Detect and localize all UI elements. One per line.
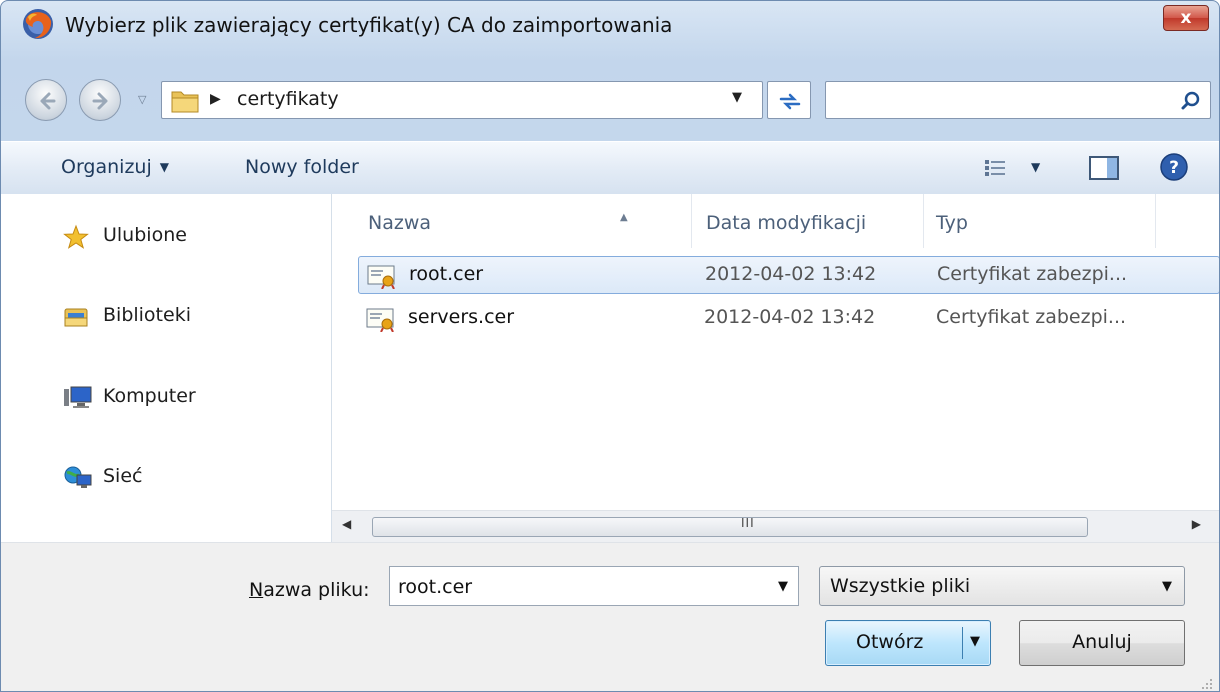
column-header-name[interactable]: Nazwa ▲ (358, 194, 692, 248)
computer-icon (64, 386, 92, 408)
chevron-down-icon: ▼ (159, 160, 169, 174)
new-folder-button[interactable]: Nowy folder (245, 156, 359, 178)
chevron-down-icon: ▼ (1162, 579, 1172, 594)
horizontal-scrollbar[interactable]: ◀ III ▶ (332, 510, 1219, 543)
chevron-down-icon[interactable]: ▼ (732, 90, 742, 105)
title-bar[interactable]: Wybierz plik zawierający certyfikat(y) C… (1, 1, 1219, 47)
svg-text:?: ? (1169, 158, 1179, 178)
refresh-icon (779, 93, 801, 110)
back-button[interactable] (25, 79, 67, 121)
navigation-pane: Ulubione Biblioteki Komputer Sieć (1, 194, 332, 542)
network-icon (64, 466, 92, 488)
view-dropdown-icon[interactable]: ▼ (1031, 160, 1040, 174)
resize-grip-icon[interactable] (1199, 676, 1213, 690)
arrow-right-icon (92, 92, 108, 110)
column-header-type[interactable]: Typ (924, 194, 1156, 248)
refresh-button[interactable] (767, 81, 811, 119)
arrow-left-icon (40, 92, 56, 110)
filename-combobox[interactable]: ▼ (389, 566, 799, 606)
window-title: Wybierz plik zawierający certyfikat(y) C… (65, 13, 673, 37)
filename-input[interactable] (396, 573, 760, 601)
command-bar: Organizuj ▼ Nowy folder ▼ ? (1, 141, 1219, 195)
star-icon (63, 224, 89, 249)
address-bar[interactable]: ▶ certyfikaty ▼ (161, 81, 763, 119)
certificate-icon (366, 308, 394, 332)
search-input[interactable] (825, 81, 1211, 119)
open-options-dropdown-icon[interactable]: ▼ (970, 634, 980, 649)
file-list: Nazwa ▲ Data modyfikacji Typ root.cer 20… (332, 194, 1219, 542)
forward-button[interactable] (79, 79, 121, 121)
scroll-right-icon[interactable]: ▶ (1192, 517, 1201, 531)
close-button[interactable]: x (1163, 5, 1209, 31)
firefox-icon (23, 9, 53, 39)
help-icon[interactable]: ? (1159, 152, 1189, 182)
organize-menu-button[interactable]: Organizuj ▼ (61, 156, 169, 178)
search-icon[interactable] (1180, 90, 1202, 112)
open-button[interactable]: Otwórz ▼ (825, 620, 991, 666)
view-options-icon[interactable] (983, 157, 1009, 179)
scroll-left-icon[interactable]: ◀ (342, 517, 351, 531)
sort-ascending-icon: ▲ (620, 212, 628, 223)
file-row-root-cer[interactable]: root.cer 2012-04-02 13:42 Certyfikat zab… (358, 256, 1219, 294)
recent-locations-dropdown[interactable]: ▽ (138, 93, 152, 107)
preview-pane-icon[interactable] (1089, 156, 1119, 180)
close-icon: x (1180, 8, 1192, 28)
breadcrumb-separator-icon[interactable]: ▶ (210, 91, 221, 107)
file-row-servers-cer[interactable]: servers.cer 2012-04-02 13:42 Certyfikat … (358, 300, 1219, 338)
column-header-date[interactable]: Data modyfikacji (692, 194, 924, 248)
scrollbar-thumb[interactable]: III (372, 516, 1088, 537)
dialog-footer: Nazwa pliku: ▼ Wszystkie pliki ▼ Otwórz … (1, 542, 1219, 691)
open-file-dialog: Wybierz plik zawierający certyfikat(y) C… (0, 0, 1220, 692)
libraries-icon (64, 308, 88, 327)
file-type-filter[interactable]: Wszystkie pliki ▼ (819, 566, 1185, 606)
cancel-button[interactable]: Anuluj (1019, 620, 1185, 666)
breadcrumb-folder[interactable]: certyfikaty (237, 88, 339, 110)
chevron-down-icon[interactable]: ▼ (778, 579, 788, 594)
filename-label: Nazwa pliku: (249, 579, 370, 601)
certificate-icon (367, 265, 395, 289)
folder-icon (171, 91, 199, 113)
scrollbar-grip: III (741, 516, 755, 530)
